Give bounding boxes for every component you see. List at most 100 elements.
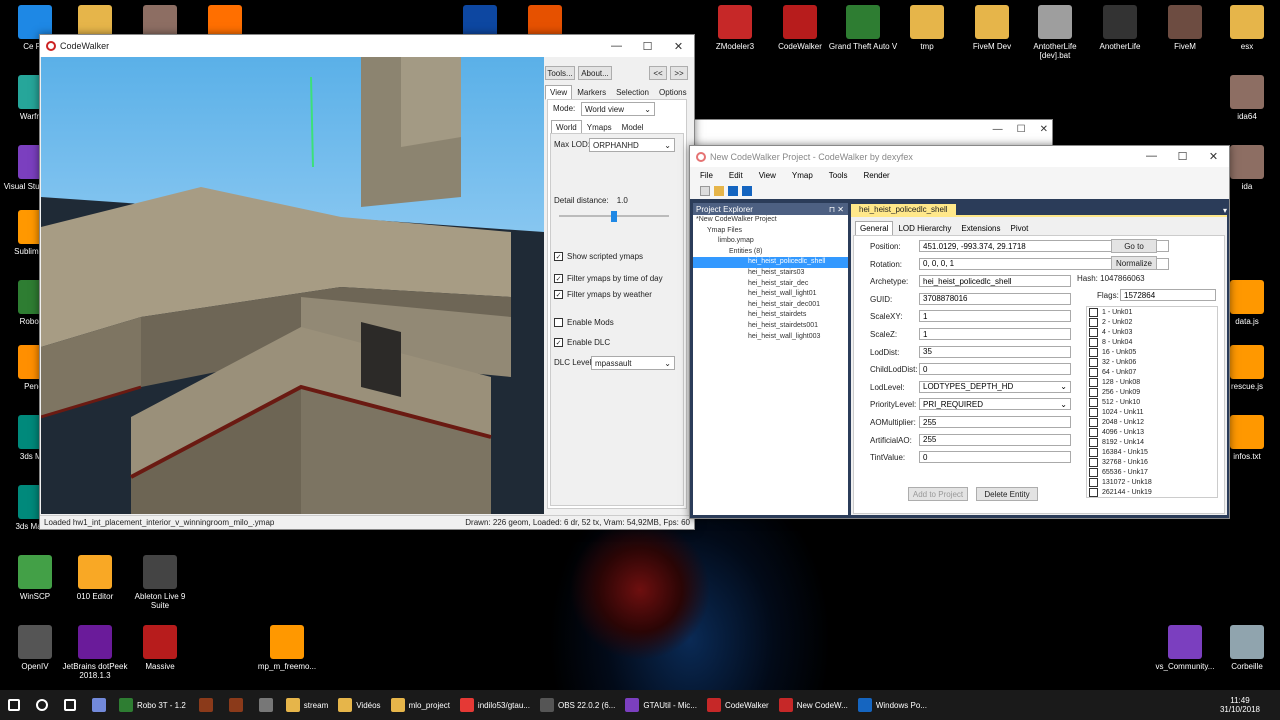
flag-item[interactable]: 1024 - Unk11	[1087, 407, 1217, 417]
maximize-icon[interactable]: ☐	[1017, 124, 1026, 135]
flag-item[interactable]: 65536 - Unk17	[1087, 467, 1217, 477]
desktop-icon[interactable]: ida64	[1212, 75, 1280, 121]
desktop-icon[interactable]: AntotherLife [dev].bat	[1020, 5, 1090, 60]
desktop-icon[interactable]: vs_Community...	[1150, 625, 1220, 671]
taskbar-item[interactable]: Robo 3T - 1.2	[114, 690, 191, 720]
flag-item[interactable]: 32768 - Unk16	[1087, 457, 1217, 467]
desktop-icon[interactable]: FiveM	[1150, 5, 1220, 51]
flag-item[interactable]: 512 - Unk10	[1087, 397, 1217, 407]
desktop-icon[interactable]: AnotherLife	[1085, 5, 1155, 51]
taskbar-item[interactable]: CodeWalker	[702, 690, 774, 720]
tab-extensions[interactable]: Extensions	[956, 221, 1005, 236]
checkbox[interactable]	[1089, 357, 1098, 367]
checkbox[interactable]	[1089, 427, 1098, 437]
tree-node[interactable]: Entities (8)	[693, 247, 848, 258]
flag-item[interactable]: 256 - Unk09	[1087, 387, 1217, 397]
menu-item[interactable]: View	[759, 171, 776, 180]
menu-item[interactable]: Tools	[829, 171, 848, 180]
checkbox-row[interactable]: ✓ Enable DLC	[554, 338, 610, 347]
flag-item[interactable]: 32 - Unk06	[1087, 357, 1217, 367]
add-to-project-button[interactable]: Add to Project	[908, 487, 968, 501]
checkbox[interactable]	[1089, 347, 1098, 357]
checkbox[interactable]	[1089, 407, 1098, 417]
checkbox[interactable]: ✓	[554, 252, 563, 261]
tab-general[interactable]: General	[855, 221, 894, 236]
checkbox[interactable]	[1089, 367, 1098, 377]
mode-select[interactable]: World view ⌄	[581, 102, 655, 116]
tree-node[interactable]: hei_heist_stair_dec	[693, 279, 848, 290]
taskbar-item[interactable]	[56, 690, 84, 720]
field-input[interactable]: PRI_REQUIRED ⌄	[919, 398, 1071, 411]
close-icon[interactable]: ✕	[1198, 150, 1229, 163]
tree-node[interactable]: hei_heist_stairdets	[693, 310, 848, 321]
taskbar-item[interactable]: stream	[281, 690, 333, 720]
checkbox[interactable]	[1089, 457, 1098, 467]
normalize-button[interactable]: Normalize	[1111, 256, 1157, 270]
checkbox-row[interactable]: ✓ Filter ymaps by weather	[554, 290, 652, 299]
flag-item[interactable]: 16384 - Unk15	[1087, 447, 1217, 457]
checkbox-row[interactable]: Enable Mods	[554, 318, 614, 327]
flag-item[interactable]: 1 - Unk01	[1087, 307, 1217, 317]
tree-node[interactable]: hei_heist_policedlc_shell	[693, 257, 848, 268]
maximize-icon[interactable]: ☐	[632, 40, 663, 53]
flag-item[interactable]: 131072 - Unk18	[1087, 477, 1217, 487]
open-folder-icon[interactable]	[714, 186, 724, 196]
field-input[interactable]: 3708878016	[919, 292, 1071, 305]
checkbox[interactable]: ✓	[554, 274, 563, 283]
flag-item[interactable]: 16 - Unk05	[1087, 347, 1217, 357]
pin-icon[interactable]: ⊓ ✕	[829, 205, 844, 214]
taskbar-item[interactable]	[251, 690, 281, 720]
checkbox[interactable]	[1089, 417, 1098, 427]
field-input[interactable]: 255	[919, 416, 1071, 428]
checkbox[interactable]	[1089, 387, 1098, 397]
field-input[interactable]: 1	[919, 310, 1071, 323]
taskbar-item[interactable]: mlo_project	[386, 690, 455, 720]
menu-item[interactable]: Edit	[729, 171, 743, 180]
close-icon[interactable]: ✕	[1040, 124, 1048, 135]
flag-item[interactable]: 4096 - Unk13	[1087, 427, 1217, 437]
maxlod-select[interactable]: ORPHANHD ⌄	[589, 138, 675, 152]
slider-thumb[interactable]	[611, 211, 617, 222]
checkbox[interactable]: ✓	[554, 338, 563, 347]
desktop-icon[interactable]: FiveM Dev	[957, 5, 1027, 51]
desktop-icon[interactable]: Corbeille	[1212, 625, 1280, 671]
new-file-icon[interactable]	[700, 186, 710, 196]
checkbox[interactable]	[1089, 377, 1098, 387]
checkbox[interactable]	[1089, 307, 1098, 317]
dlc-level-select[interactable]: mpassault ⌄	[591, 356, 675, 370]
tree-node[interactable]: hei_heist_stair_dec001	[693, 300, 848, 311]
project-titlebar[interactable]: New CodeWalker Project - CodeWalker by d…	[690, 146, 1229, 167]
tree-node[interactable]: hei_heist_wall_light01	[693, 289, 848, 300]
desktop-icon[interactable]: CodeWalker	[765, 5, 835, 51]
prev-button[interactable]: <<	[649, 66, 667, 80]
desktop-icon[interactable]: JetBrains dotPeek 2018.1.3	[60, 625, 130, 680]
field-input[interactable]: 255	[919, 433, 1071, 446]
tab-lod-hierarchy[interactable]: LOD Hierarchy	[893, 221, 956, 236]
tree-node[interactable]: limbo.ymap	[693, 236, 848, 247]
checkbox[interactable]	[1089, 437, 1098, 447]
about-button[interactable]: About...	[578, 66, 612, 80]
tab-options[interactable]: Options	[654, 85, 692, 100]
flag-item[interactable]: 2 - Unk02	[1087, 317, 1217, 327]
delete-entity-button[interactable]: Delete Entity	[976, 487, 1038, 501]
tree-node[interactable]: *New CodeWalker Project	[693, 215, 848, 226]
tree-node[interactable]: Ymap Files	[693, 226, 848, 237]
tools-button[interactable]: Tools...	[545, 66, 575, 80]
checkbox[interactable]	[1089, 317, 1098, 327]
field-input[interactable]: LODTYPES_DEPTH_HD ⌄	[919, 380, 1071, 393]
taskbar-item[interactable]: Vidéos	[333, 690, 385, 720]
checkbox[interactable]	[1089, 337, 1098, 347]
checkbox[interactable]	[1089, 487, 1098, 497]
goto-button[interactable]: Go to	[1111, 239, 1157, 253]
save-icon[interactable]	[728, 186, 738, 196]
maximize-icon[interactable]: ☐	[1167, 150, 1198, 163]
minimize-icon[interactable]: —	[993, 124, 1003, 135]
checkbox[interactable]	[1089, 477, 1098, 487]
field-input[interactable]: 1	[919, 328, 1071, 340]
flag-item[interactable]: 262144 - Unk19	[1087, 487, 1217, 497]
desktop-icon[interactable]: 010 Editor	[60, 555, 130, 601]
dropdown-icon[interactable]: ▾	[1223, 206, 1227, 215]
checkbox[interactable]: ✓	[554, 290, 563, 299]
taskbar-item[interactable]	[0, 690, 28, 720]
checkbox[interactable]	[1089, 397, 1098, 407]
